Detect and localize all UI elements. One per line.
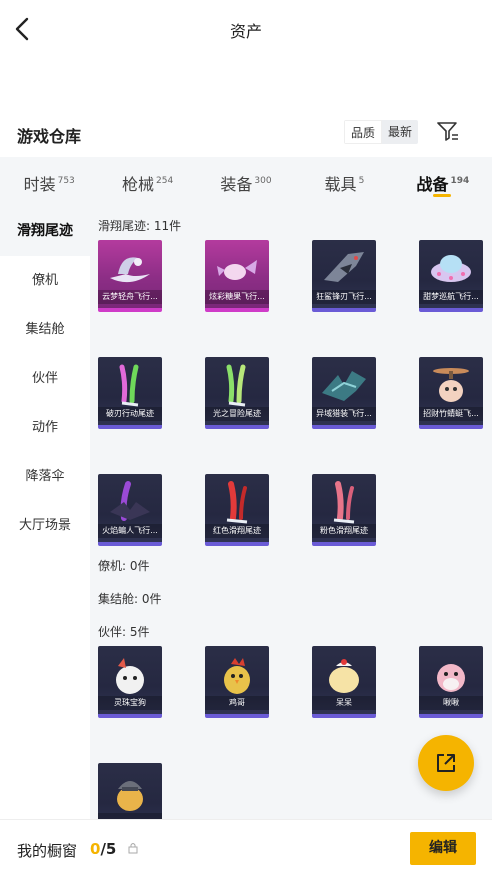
item-card[interactable]: 异域猎装飞行... bbox=[312, 357, 376, 429]
item-name: 炫彩糖果飞行... bbox=[205, 290, 269, 304]
tab-count: 5 bbox=[358, 176, 365, 186]
active-tab-indicator bbox=[433, 194, 451, 197]
trail-pink-icon bbox=[333, 481, 355, 524]
tab-fashion[interactable]: 时装 753 bbox=[0, 157, 98, 207]
item-name: 云梦轻舟飞行... bbox=[98, 290, 162, 304]
dog-partner-icon bbox=[116, 658, 144, 694]
tab-label: 载具 bbox=[324, 175, 357, 194]
lock-icon bbox=[128, 843, 138, 854]
section-label-assembly-pod: 集结舱: 0件 bbox=[98, 592, 162, 606]
showcase-label: 我的橱窗 bbox=[17, 842, 78, 860]
item-card[interactable]: 炫彩糖果飞行... bbox=[205, 240, 269, 312]
item-name: 破刃行动尾迹 bbox=[98, 407, 162, 421]
item-name: 甜梦巡航飞行... bbox=[419, 290, 483, 304]
sidebar-item-emote[interactable]: 动作 bbox=[0, 403, 90, 452]
tab-label: 时装 bbox=[23, 175, 56, 194]
tab-equipment[interactable]: 装备 300 bbox=[197, 157, 295, 207]
bat-glider-icon bbox=[110, 481, 150, 521]
knight-duck-partner-icon bbox=[117, 781, 143, 811]
tab-count: 194 bbox=[450, 176, 470, 186]
item-name: 招财竹蜻蜓飞... bbox=[419, 407, 483, 421]
sidebar: 滑翔尾迹 僚机 集结舱 伙伴 动作 降落伞 大厅场景 bbox=[0, 207, 90, 819]
tab-count: 300 bbox=[254, 176, 272, 186]
partner-card[interactable]: 灵珠宝狗 bbox=[98, 646, 162, 718]
trail-rainbow-icon bbox=[119, 364, 139, 407]
warehouse-header: 游戏仓库 品质 最新 bbox=[0, 120, 492, 156]
showcase-current: 0 bbox=[90, 840, 101, 858]
shark-glider-icon bbox=[324, 252, 364, 282]
sort-toggle: 品质 最新 bbox=[344, 120, 419, 144]
item-name: 光之冒险尾迹 bbox=[205, 407, 269, 421]
item-name: 火焰蝙人飞行... bbox=[98, 524, 162, 538]
assets-page: 资产 游戏仓库 品质 最新 时装 753 枪械 254 装备 300 载具 5 战备 19… bbox=[0, 0, 492, 876]
page-title: 资产 bbox=[229, 22, 262, 41]
sidebar-item-glide-trail[interactable]: 滑翔尾迹 bbox=[0, 207, 90, 256]
item-name: 狂鲨锋刃飞行... bbox=[312, 290, 376, 304]
sidebar-item-partner[interactable]: 伙伴 bbox=[0, 354, 90, 403]
tab-count: 753 bbox=[57, 176, 75, 186]
trail-red-icon bbox=[226, 481, 248, 524]
partner-name: 灵珠宝狗 bbox=[98, 696, 162, 710]
external-link-icon bbox=[437, 754, 455, 772]
tab-vehicles[interactable]: 载具 5 bbox=[295, 157, 393, 207]
showcase-total: /5 bbox=[100, 840, 117, 858]
item-name: 粉色滑翔尾迹 bbox=[312, 524, 376, 538]
boat-glider-icon bbox=[110, 257, 150, 283]
chick-partner-icon bbox=[329, 659, 359, 693]
item-card[interactable]: 招财竹蜻蜓飞... bbox=[419, 357, 483, 429]
item-card[interactable]: 狂鲨锋刃飞行... bbox=[312, 240, 376, 312]
item-card[interactable]: 粉色滑翔尾迹 bbox=[312, 474, 376, 546]
item-card[interactable]: 甜梦巡航飞行... bbox=[419, 240, 483, 312]
sidebar-item-wingman[interactable]: 僚机 bbox=[0, 256, 90, 305]
top-bar: 资产 bbox=[0, 0, 492, 60]
partner-name: 呆呆 bbox=[312, 696, 376, 710]
partner-card[interactable] bbox=[98, 763, 162, 819]
section-label-wingman: 僚机: 0件 bbox=[98, 559, 150, 573]
item-grid: 滑翔尾迹: 11件 云梦轻舟飞行... 炫彩糖果飞行... 狂鲨锋刃飞行... … bbox=[90, 207, 492, 819]
tab-guns[interactable]: 枪械 254 bbox=[98, 157, 196, 207]
section-label-glide-trail: 滑翔尾迹: 11件 bbox=[98, 219, 182, 233]
sidebar-item-assembly-pod[interactable]: 集结舱 bbox=[0, 305, 90, 354]
item-card[interactable]: 红色滑翔尾迹 bbox=[205, 474, 269, 546]
filter-icon[interactable] bbox=[436, 120, 460, 142]
share-button[interactable] bbox=[418, 735, 474, 791]
trail-green-icon bbox=[226, 364, 246, 407]
partner-card[interactable]: 鸡哥 bbox=[205, 646, 269, 718]
sidebar-item-parachute[interactable]: 降落伞 bbox=[0, 452, 90, 501]
ufo-glider-icon bbox=[431, 255, 471, 282]
sort-newest-button[interactable]: 最新 bbox=[382, 120, 419, 144]
partner-name: 啾啾 bbox=[419, 696, 483, 710]
propeller-glider-icon bbox=[433, 368, 469, 402]
showcase-bar: 我的橱窗 0/5 编辑 bbox=[0, 819, 492, 876]
sidebar-item-lobby-scene[interactable]: 大厅场景 bbox=[0, 501, 90, 550]
category-tabs: 时装 753 枪械 254 装备 300 载具 5 战备 194 bbox=[0, 157, 492, 207]
candy-glider-icon bbox=[217, 260, 257, 280]
bird-partner-icon bbox=[437, 664, 465, 692]
item-card[interactable]: 破刃行动尾迹 bbox=[98, 357, 162, 429]
item-name: 红色滑翔尾迹 bbox=[205, 524, 269, 538]
chicken-partner-icon bbox=[224, 658, 250, 694]
tab-label: 装备 bbox=[220, 175, 253, 194]
showcase-count: 0/5 bbox=[90, 840, 116, 858]
dragon-glider-icon bbox=[322, 371, 366, 401]
item-name: 异域猎装飞行... bbox=[312, 407, 376, 421]
tab-label: 战备 bbox=[416, 175, 449, 194]
partner-name: 鸡哥 bbox=[205, 696, 269, 710]
sort-quality-button[interactable]: 品质 bbox=[344, 120, 383, 144]
section-label-partner: 伙伴: 5件 bbox=[98, 625, 150, 639]
item-card[interactable]: 光之冒险尾迹 bbox=[205, 357, 269, 429]
edit-button[interactable]: 编辑 bbox=[410, 832, 476, 865]
tab-count: 254 bbox=[156, 176, 174, 186]
tab-label: 枪械 bbox=[122, 175, 155, 194]
item-card[interactable]: 云梦轻舟飞行... bbox=[98, 240, 162, 312]
item-card[interactable]: 火焰蝙人飞行... bbox=[98, 474, 162, 546]
partner-card[interactable]: 啾啾 bbox=[419, 646, 483, 718]
partner-card[interactable]: 呆呆 bbox=[312, 646, 376, 718]
tab-readiness[interactable]: 战备 194 bbox=[394, 157, 492, 207]
warehouse-title: 游戏仓库 bbox=[17, 127, 82, 146]
